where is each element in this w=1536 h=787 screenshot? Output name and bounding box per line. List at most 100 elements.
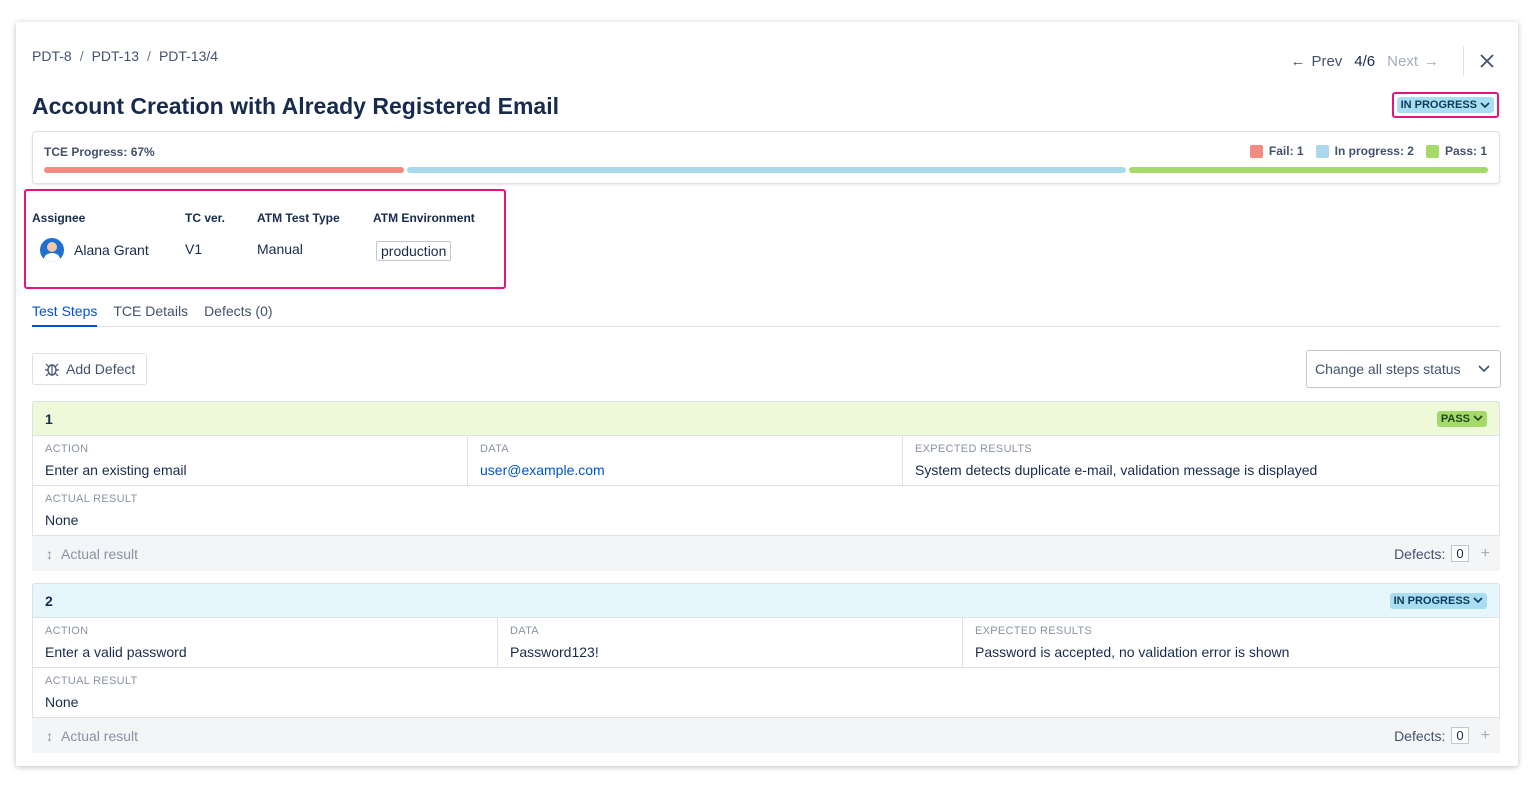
- environment-value: production: [376, 241, 475, 261]
- step-details: ACTION Enter a valid password DATA Passw…: [32, 618, 1500, 668]
- test-type-label: ATM Test Type: [257, 211, 340, 225]
- actual-result-input[interactable]: ↕ Actual result: [46, 546, 138, 562]
- step-status-dropdown[interactable]: PASS: [1436, 410, 1487, 427]
- expected-cell: EXPECTED RESULTS Password is accepted, n…: [963, 618, 1499, 667]
- step-number: 1: [45, 410, 53, 427]
- data-cell: DATA user@example.com: [468, 436, 903, 485]
- test-type-field: ATM Test Type Manual: [257, 211, 340, 257]
- actual-result-cell: ACTUAL RESULT None: [32, 668, 1500, 718]
- expected-label: EXPECTED RESULTS: [915, 443, 1033, 455]
- close-icon: [1480, 54, 1494, 68]
- next-button[interactable]: Next →: [1381, 49, 1445, 74]
- tab-defects[interactable]: Defects (0): [204, 301, 272, 327]
- chevron-down-icon: [1478, 365, 1490, 373]
- step-number: 2: [45, 592, 53, 609]
- action-value: Enter an existing email: [45, 462, 187, 478]
- defects-count: 0: [1451, 727, 1469, 744]
- defects-counter: Defects: 0 +: [1394, 727, 1490, 745]
- legend-label: In progress: 2: [1334, 144, 1414, 158]
- progress-segment-in-progress: [406, 167, 1126, 173]
- legend-pass: Pass: 1: [1425, 144, 1487, 158]
- test-type-value: Manual: [257, 241, 303, 257]
- environment-field: ATM Environment production: [373, 211, 475, 261]
- add-defect-icon[interactable]: +: [1481, 545, 1490, 563]
- arrow-right-icon: →: [1424, 52, 1439, 70]
- status-label: IN PROGRESS: [1400, 99, 1477, 111]
- test-info-highlight: Assignee Alana Grant TC ver. V1 ATM Test…: [24, 189, 506, 289]
- page-title: Account Creation with Already Registered…: [32, 93, 559, 119]
- data-cell: DATA Password123!: [498, 618, 963, 667]
- breadcrumb-separator: /: [79, 48, 84, 64]
- expected-value: Password is accepted, no validation erro…: [975, 644, 1290, 660]
- tab-tce-details[interactable]: TCE Details: [113, 301, 188, 327]
- tab-test-steps[interactable]: Test Steps: [32, 301, 98, 327]
- avatar: [40, 238, 64, 262]
- actual-result-cell: ACTUAL RESULT None: [32, 486, 1500, 536]
- data-value-link[interactable]: user@example.com: [480, 462, 890, 478]
- progress-bar: [44, 167, 1488, 173]
- test-execution-panel: PDT-8 / PDT-13 / PDT-13/4 ← Prev 4/6 Nex…: [16, 22, 1518, 766]
- test-step: 1 PASS ACTION Enter an existing email DA…: [32, 401, 1500, 571]
- step-header: 1 PASS: [32, 401, 1500, 436]
- assignee-field: Assignee Alana Grant: [32, 211, 149, 262]
- actual-result-value: None: [45, 694, 79, 710]
- status-dropdown[interactable]: IN PROGRESS: [1396, 97, 1494, 113]
- expected-cell: EXPECTED RESULTS System detects duplicat…: [903, 436, 1499, 485]
- step-status-label: IN PROGRESS: [1393, 594, 1470, 607]
- actual-result-input[interactable]: ↕ Actual result: [46, 728, 138, 744]
- progress-panel: TCE Progress: 67% Fail: 1 In progress: 2…: [32, 131, 1500, 184]
- step-header: 2 IN PROGRESS: [32, 583, 1500, 618]
- assignee-value: Alana Grant: [40, 238, 149, 262]
- chevron-down-icon: [1480, 101, 1490, 108]
- bug-icon: [45, 363, 59, 377]
- actual-result-placeholder: Actual result: [61, 545, 139, 562]
- legend-swatch: [1425, 144, 1439, 158]
- assignee-name[interactable]: Alana Grant: [74, 242, 149, 258]
- add-defect-icon[interactable]: +: [1481, 727, 1490, 745]
- prev-button[interactable]: ← Prev: [1284, 49, 1348, 74]
- close-button[interactable]: [1476, 50, 1498, 72]
- status-highlight: IN PROGRESS: [1391, 92, 1499, 118]
- tab-bar: Test Steps TCE Details Defects (0): [32, 301, 1500, 327]
- legend-label: Pass: 1: [1444, 144, 1487, 158]
- actual-result-placeholder: Actual result: [61, 727, 139, 744]
- breadcrumb-item[interactable]: PDT-8: [32, 48, 72, 64]
- legend-in-progress: In progress: 2: [1315, 144, 1414, 158]
- action-cell: ACTION Enter a valid password: [33, 618, 498, 667]
- tc-version-field: TC ver. V1: [185, 211, 225, 257]
- breadcrumb-item[interactable]: PDT-13: [92, 48, 139, 64]
- defects-counter: Defects: 0 +: [1394, 545, 1490, 563]
- step-footer: ↕ Actual result Defects: 0 +: [32, 536, 1500, 571]
- legend-fail: Fail: 1: [1249, 144, 1304, 158]
- step-status-dropdown[interactable]: IN PROGRESS: [1389, 592, 1487, 609]
- progress-segment-fail: [44, 167, 404, 173]
- pagination-nav: ← Prev 4/6 Next →: [1284, 46, 1498, 76]
- step-details: ACTION Enter an existing email DATA user…: [32, 436, 1500, 486]
- breadcrumb-item[interactable]: PDT-13/4: [159, 48, 218, 64]
- progress-segment-pass: [1128, 167, 1488, 173]
- prev-label: Prev: [1311, 52, 1343, 70]
- change-all-label: Change all steps status: [1315, 361, 1461, 377]
- action-label: ACTION: [45, 625, 89, 637]
- actual-result-value: None: [45, 512, 79, 528]
- legend-swatch: [1315, 144, 1329, 158]
- breadcrumb: PDT-8 / PDT-13 / PDT-13/4: [32, 48, 218, 64]
- assignee-label: Assignee: [32, 211, 86, 225]
- change-all-steps-select[interactable]: Change all steps status: [1306, 350, 1501, 388]
- step-footer: ↕ Actual result Defects: 0 +: [32, 718, 1500, 753]
- environment-badge: production: [376, 241, 452, 261]
- add-defect-button[interactable]: Add Defect: [32, 353, 148, 385]
- test-step: 2 IN PROGRESS ACTION Enter a valid passw…: [32, 583, 1500, 753]
- expected-value: System detects duplicate e-mail, validat…: [915, 462, 1318, 478]
- step-status-label: PASS: [1440, 412, 1470, 425]
- divider: [1463, 46, 1464, 76]
- action-label: ACTION: [45, 443, 89, 455]
- defects-label: Defects:: [1394, 727, 1446, 744]
- defects-count: 0: [1451, 545, 1469, 562]
- action-value: Enter a valid password: [45, 644, 187, 660]
- environment-label: ATM Environment: [373, 211, 475, 225]
- actual-result-label: ACTUAL RESULT: [45, 675, 138, 687]
- progress-legend: Fail: 1 In progress: 2 Pass: 1: [1249, 144, 1487, 158]
- arrow-left-icon: ←: [1290, 52, 1306, 70]
- data-value: Password123!: [510, 644, 599, 660]
